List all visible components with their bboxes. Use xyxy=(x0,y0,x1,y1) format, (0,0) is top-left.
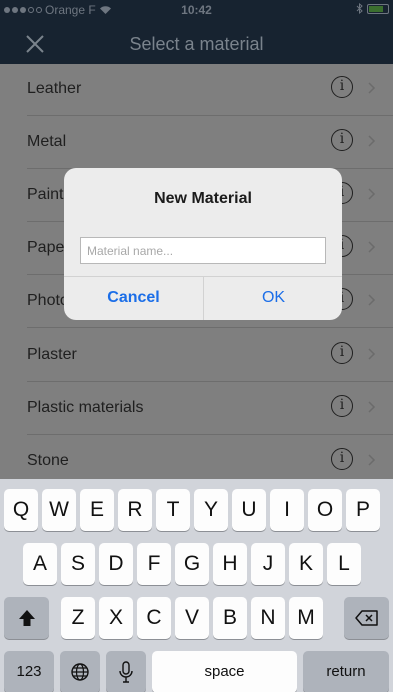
bluetooth-icon xyxy=(356,3,363,14)
key-h[interactable]: H xyxy=(213,543,247,585)
list-item[interactable]: Leather i xyxy=(0,64,393,116)
material-label: Metal xyxy=(27,133,67,150)
info-icon[interactable]: i xyxy=(331,76,353,98)
status-right xyxy=(356,3,389,14)
key-i[interactable]: I xyxy=(270,489,304,531)
shift-icon xyxy=(18,610,35,626)
chevron-right-icon xyxy=(368,294,376,306)
list-item[interactable]: Metal i xyxy=(0,117,393,169)
cancel-button[interactable]: Cancel xyxy=(64,276,203,320)
key-w[interactable]: W xyxy=(42,489,76,531)
info-icon[interactable]: i xyxy=(331,342,353,364)
list-item[interactable]: Plastic materials i xyxy=(0,383,393,435)
globe-icon xyxy=(71,663,89,681)
key-a[interactable]: A xyxy=(23,543,57,585)
microphone-key[interactable] xyxy=(106,651,146,692)
key-x[interactable]: X xyxy=(99,597,133,639)
key-n[interactable]: N xyxy=(251,597,285,639)
material-label: Paint xyxy=(27,186,64,203)
key-y[interactable]: Y xyxy=(194,489,228,531)
chevron-right-icon xyxy=(368,401,376,413)
key-t[interactable]: T xyxy=(156,489,190,531)
material-label: Stone xyxy=(27,452,69,469)
key-v[interactable]: V xyxy=(175,597,209,639)
material-label: Leather xyxy=(27,80,82,97)
info-icon[interactable]: i xyxy=(331,129,353,151)
chevron-right-icon xyxy=(368,454,376,466)
new-material-dialog: New Material Cancel OK xyxy=(64,168,342,320)
key-u[interactable]: U xyxy=(232,489,266,531)
key-s[interactable]: S xyxy=(61,543,95,585)
material-label: Plastic materials xyxy=(27,399,144,416)
page-title: Select a material xyxy=(129,34,264,54)
microphone-icon xyxy=(119,661,133,683)
ok-button[interactable]: OK xyxy=(204,276,342,320)
nav-bar: Select a material xyxy=(0,20,393,70)
material-name-input[interactable] xyxy=(80,237,326,264)
key-l[interactable]: L xyxy=(327,543,361,585)
shift-key[interactable] xyxy=(4,597,49,639)
key-e[interactable]: E xyxy=(80,489,114,531)
key-o[interactable]: O xyxy=(308,489,342,531)
chevron-right-icon xyxy=(368,135,376,147)
chevron-right-icon xyxy=(368,348,376,360)
chevron-right-icon xyxy=(368,241,376,253)
list-item[interactable]: Plaster i xyxy=(0,330,393,382)
key-b[interactable]: B xyxy=(213,597,247,639)
backspace-key[interactable] xyxy=(344,597,389,639)
key-k[interactable]: K xyxy=(289,543,323,585)
key-d[interactable]: D xyxy=(99,543,133,585)
key-j[interactable]: J xyxy=(251,543,285,585)
info-icon[interactable]: i xyxy=(331,448,353,470)
key-z[interactable]: Z xyxy=(61,597,95,639)
space-key[interactable]: space xyxy=(152,651,297,692)
battery-icon xyxy=(367,3,389,14)
dialog-title: New Material xyxy=(154,190,252,207)
return-key[interactable]: return xyxy=(303,651,389,692)
key-m[interactable]: M xyxy=(289,597,323,639)
chevron-right-icon xyxy=(368,188,376,200)
status-bar: Orange F 10:42 xyxy=(0,0,393,20)
status-time: 10:42 xyxy=(181,3,212,17)
key-c[interactable]: C xyxy=(137,597,171,639)
info-icon[interactable]: i xyxy=(331,395,353,417)
numbers-key[interactable]: 123 xyxy=(4,651,54,692)
key-f[interactable]: F xyxy=(137,543,171,585)
keyboard: Q W E R T Y U I O P A S D F G H J K L Z … xyxy=(0,479,393,692)
chevron-right-icon xyxy=(368,82,376,94)
screen: Orange F 10:42 Select a material Leather… xyxy=(0,0,393,692)
key-p[interactable]: P xyxy=(346,489,380,531)
backspace-icon xyxy=(354,610,378,626)
globe-key[interactable] xyxy=(60,651,100,692)
key-g[interactable]: G xyxy=(175,543,209,585)
key-q[interactable]: Q xyxy=(4,489,38,531)
key-r[interactable]: R xyxy=(118,489,152,531)
material-label: Photo xyxy=(27,292,69,309)
material-label: Plaster xyxy=(27,346,77,363)
